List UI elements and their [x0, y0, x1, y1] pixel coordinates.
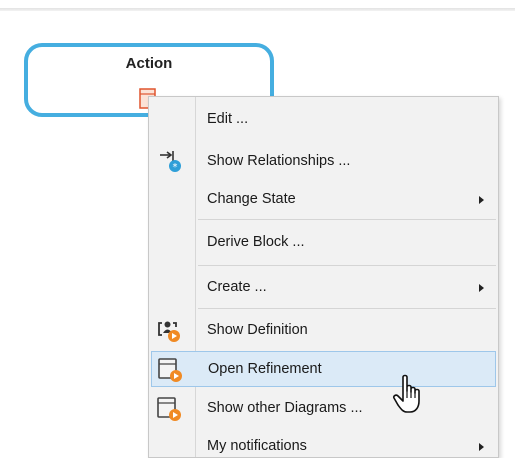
open-refinement-icon [158, 358, 182, 382]
menu-item-label: Show other Diagrams ... [207, 400, 363, 416]
menu-item-show-definition[interactable]: Show Definition [151, 313, 496, 349]
hand-pointer-icon [393, 374, 420, 413]
definition-icon [158, 321, 180, 342]
menu-separator [198, 308, 496, 309]
menu-separator [198, 265, 496, 266]
svg-text:*: * [173, 162, 178, 173]
menu-item-label: Change State [207, 191, 296, 207]
diagrams-icon [157, 397, 181, 421]
menu-item-create[interactable]: Create ... [151, 270, 496, 306]
submenu-arrow-icon [479, 443, 484, 451]
menu-item-label: My notifications [207, 438, 307, 454]
menu-item-derive-block[interactable]: Derive Block ... [151, 225, 496, 261]
submenu-arrow-icon [479, 284, 484, 292]
menu-item-my-notifications[interactable]: My notifications [151, 429, 496, 457]
menu-item-open-refinement[interactable]: Open Refinement [151, 351, 496, 387]
submenu-arrow-icon [479, 196, 484, 204]
top-divider [0, 8, 515, 11]
menu-item-label: Show Definition [207, 322, 308, 338]
action-node-title: Action [125, 55, 173, 72]
menu-item-show-other-diagrams[interactable]: Show other Diagrams ... [151, 391, 496, 427]
menu-item-label: Show Relationships ... [207, 153, 351, 169]
relationships-icon: * [160, 151, 181, 173]
menu-item-label: Edit ... [207, 111, 249, 127]
menu-item-label: Open Refinement [208, 361, 322, 377]
menu-item-change-state[interactable]: Change State [151, 182, 496, 218]
context-menu: Edit ... * Show Relationships ... Change… [148, 96, 499, 458]
menu-separator [198, 219, 496, 220]
menu-item-label: Derive Block ... [207, 234, 305, 250]
menu-item-show-relationships[interactable]: * Show Relationships ... [151, 144, 496, 180]
menu-item-edit[interactable]: Edit ... [151, 102, 496, 138]
menu-item-label: Create ... [207, 279, 267, 295]
